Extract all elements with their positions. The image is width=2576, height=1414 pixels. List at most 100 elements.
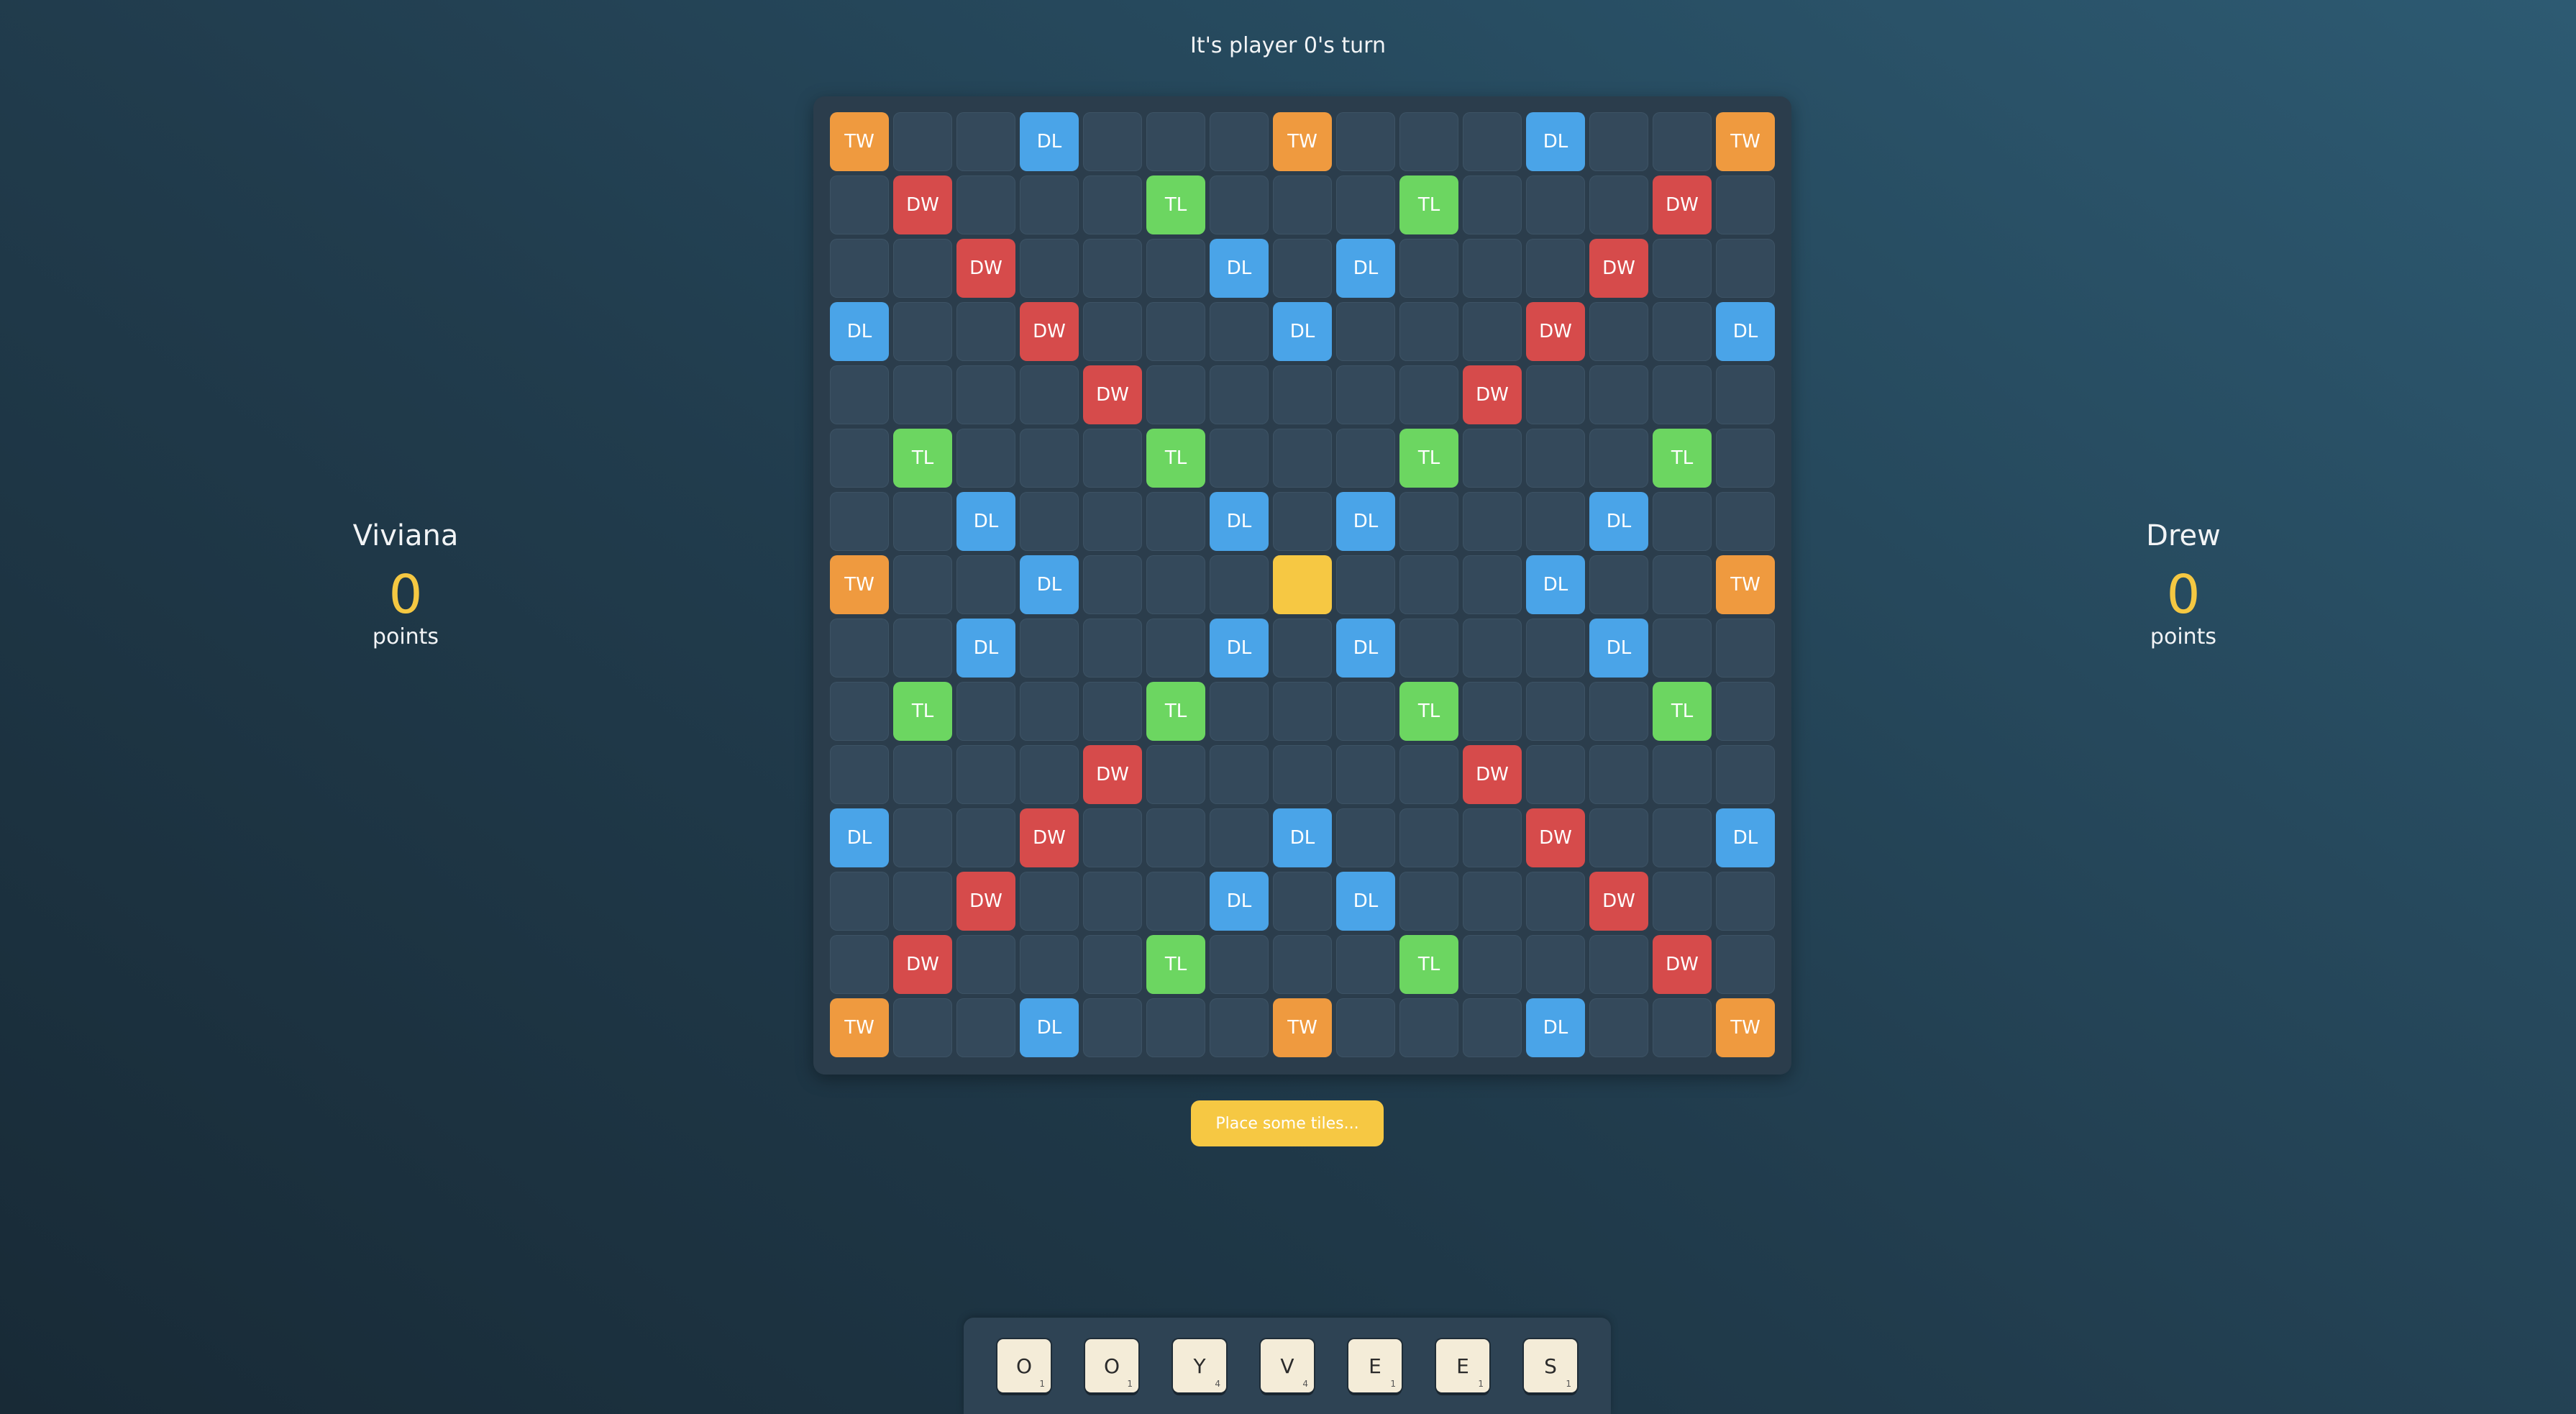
board-cell[interactable] <box>1463 429 1522 488</box>
board-cell-dl[interactable]: DL <box>1716 808 1775 867</box>
board-cell-dl[interactable]: DL <box>1589 492 1648 551</box>
board-cell[interactable] <box>1146 365 1205 424</box>
board-cell[interactable] <box>1273 429 1332 488</box>
board-cell[interactable] <box>1020 175 1079 234</box>
board-cell-dw[interactable]: DW <box>1653 935 1712 994</box>
board-cell-dl[interactable]: DL <box>1020 112 1079 171</box>
board-cell[interactable] <box>1399 365 1458 424</box>
board-cell[interactable] <box>1653 365 1712 424</box>
board-cell[interactable] <box>1463 808 1522 867</box>
board-cell[interactable] <box>830 175 889 234</box>
board-cell[interactable] <box>1336 175 1395 234</box>
board-cell[interactable] <box>956 935 1015 994</box>
board-cell[interactable] <box>956 429 1015 488</box>
rack-tile[interactable]: S1 <box>1524 1339 1577 1392</box>
board-cell[interactable] <box>1146 302 1205 361</box>
board-cell[interactable] <box>1526 239 1585 298</box>
board-cell[interactable] <box>1589 429 1648 488</box>
board-cell[interactable] <box>1083 492 1142 551</box>
board-cell[interactable] <box>1273 872 1332 931</box>
board-cell[interactable] <box>1210 175 1269 234</box>
board-cell[interactable] <box>893 872 952 931</box>
board-cell[interactable] <box>1273 175 1332 234</box>
board-cell-dl[interactable]: DL <box>956 619 1015 678</box>
board-cell-dl[interactable]: DL <box>1020 555 1079 614</box>
board-cell-tw[interactable]: TW <box>1716 998 1775 1057</box>
board-cell[interactable] <box>1336 935 1395 994</box>
board-cell[interactable] <box>1716 175 1775 234</box>
board-cell[interactable] <box>830 872 889 931</box>
board-cell[interactable] <box>1146 492 1205 551</box>
board-cell[interactable] <box>1020 872 1079 931</box>
board-cell[interactable] <box>1526 745 1585 804</box>
board-cell[interactable] <box>1716 872 1775 931</box>
board-cell[interactable] <box>1273 239 1332 298</box>
board-cell[interactable] <box>1653 239 1712 298</box>
board-cell-dl[interactable]: DL <box>1526 112 1585 171</box>
board-cell[interactable] <box>1653 745 1712 804</box>
board-cell[interactable] <box>1336 112 1395 171</box>
board-cell[interactable] <box>830 682 889 741</box>
board-cell[interactable] <box>1083 808 1142 867</box>
board-cell[interactable] <box>1399 239 1458 298</box>
board-cell-dw[interactable]: DW <box>956 872 1015 931</box>
board-cell[interactable] <box>956 175 1015 234</box>
board-cell[interactable] <box>1020 239 1079 298</box>
board-cell[interactable] <box>1589 682 1648 741</box>
board-cell-dl[interactable]: DL <box>1210 872 1269 931</box>
board-cell[interactable] <box>1716 745 1775 804</box>
board-cell-dl[interactable]: DL <box>1336 492 1395 551</box>
board-cell-dw[interactable]: DW <box>1463 365 1522 424</box>
board-cell[interactable] <box>1526 935 1585 994</box>
board-cell[interactable] <box>1399 112 1458 171</box>
board-cell[interactable] <box>956 555 1015 614</box>
board-cell[interactable] <box>1399 619 1458 678</box>
board-cell[interactable] <box>1336 365 1395 424</box>
board-cell[interactable] <box>893 112 952 171</box>
board-cell[interactable] <box>1146 872 1205 931</box>
board-cell[interactable] <box>1210 555 1269 614</box>
board-cell[interactable] <box>956 365 1015 424</box>
board-cell[interactable] <box>1210 429 1269 488</box>
board-cell-tw[interactable]: TW <box>830 555 889 614</box>
board-cell[interactable] <box>1273 619 1332 678</box>
board-cell[interactable] <box>893 745 952 804</box>
board-cell-dw[interactable]: DW <box>893 175 952 234</box>
board-cell[interactable] <box>1399 808 1458 867</box>
board-cell[interactable] <box>1526 619 1585 678</box>
board-cell-dl[interactable]: DL <box>830 808 889 867</box>
board-cell[interactable] <box>1463 619 1522 678</box>
board-cell-tl[interactable]: TL <box>1399 682 1458 741</box>
rack-tile[interactable]: V4 <box>1261 1339 1314 1392</box>
board-cell[interactable] <box>1589 175 1648 234</box>
board-cell-dl[interactable]: DL <box>956 492 1015 551</box>
board-cell-dl[interactable]: DL <box>1526 998 1585 1057</box>
board-cell[interactable] <box>830 429 889 488</box>
board-cell[interactable] <box>1716 682 1775 741</box>
board-cell-dl[interactable]: DL <box>1020 998 1079 1057</box>
board-cell[interactable] <box>1399 302 1458 361</box>
board-cell-dl[interactable]: DL <box>1716 302 1775 361</box>
board-cell[interactable] <box>1083 302 1142 361</box>
board-cell[interactable] <box>1336 302 1395 361</box>
board-cell[interactable] <box>893 239 952 298</box>
board-cell[interactable] <box>1589 365 1648 424</box>
board-cell[interactable] <box>1146 619 1205 678</box>
board-cell[interactable] <box>893 619 952 678</box>
board-cell[interactable] <box>893 998 952 1057</box>
board-cell[interactable] <box>1463 239 1522 298</box>
board-cell[interactable] <box>1020 619 1079 678</box>
board-cell[interactable] <box>1210 365 1269 424</box>
board-cell[interactable] <box>1083 682 1142 741</box>
board-cell[interactable] <box>1083 175 1142 234</box>
board-cell[interactable] <box>1589 555 1648 614</box>
board-cell[interactable] <box>1463 872 1522 931</box>
board-cell-tl[interactable]: TL <box>1146 175 1205 234</box>
board-cell[interactable] <box>1083 998 1142 1057</box>
board-cell[interactable] <box>1589 935 1648 994</box>
board-cell-dl[interactable]: DL <box>1210 239 1269 298</box>
board-cell[interactable] <box>1653 872 1712 931</box>
board-cell[interactable] <box>830 619 889 678</box>
board-cell[interactable] <box>1526 682 1585 741</box>
place-tiles-button[interactable]: Place some tiles... <box>1191 1100 1384 1146</box>
